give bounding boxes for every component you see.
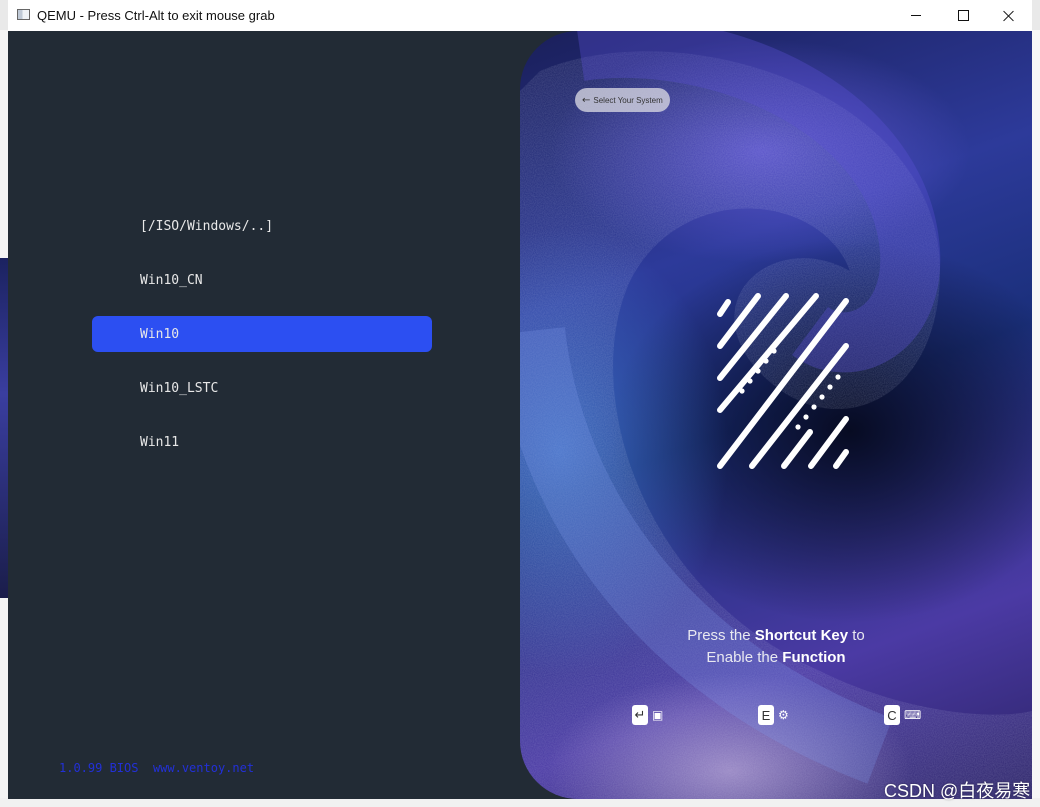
maximize-button[interactable]: [940, 0, 986, 31]
theme-artwork-panel: ← Select Your System Press the Shortcut …: [520, 31, 1032, 799]
c-key-icon: C: [884, 705, 900, 725]
desktop-background-right: [1032, 30, 1040, 807]
desktop-image-fragment: [0, 258, 8, 598]
console-shortcut[interactable]: C ⌨: [884, 705, 921, 725]
qemu-app-icon: [17, 9, 30, 20]
back-button-label: Select Your System: [593, 95, 663, 105]
ventoy-footer: 1.0.99 BIOS www.ventoy.net: [59, 761, 254, 775]
e-key-icon: E: [758, 705, 774, 725]
ventoy-website: www.ventoy.net: [152, 761, 255, 775]
shortcut-prompt-line1: Press the Shortcut Key to: [687, 627, 865, 644]
select-system-back-button[interactable]: ← Select Your System: [575, 88, 670, 112]
boot-icon: ▣: [652, 708, 664, 722]
terminal-icon: ⌨: [904, 708, 922, 722]
menu-item-win10-cn[interactable]: Win10_CN: [140, 273, 203, 288]
qemu-window: QEMU - Press Ctrl-Alt to exit mouse grab…: [8, 0, 1032, 799]
vm-screen[interactable]: [/ISO/Windows/..] Win10_CN Win10 Win10_L…: [8, 31, 1032, 799]
maximize-icon: [957, 10, 969, 21]
minimize-icon: [911, 15, 921, 16]
boot-shortcut[interactable]: ↵ ▣: [632, 705, 663, 725]
menu-item-win10[interactable]: Win10: [140, 327, 179, 342]
enter-key-icon: ↵: [632, 705, 648, 725]
menu-item-win10-lstc[interactable]: Win10_LSTC: [140, 381, 218, 396]
edit-shortcut[interactable]: E ⚙: [758, 705, 789, 725]
ventoy-version: 1.0.99 BIOS: [59, 761, 139, 775]
back-arrow-icon: ←: [582, 94, 591, 106]
menu-item-parent-dir[interactable]: [/ISO/Windows/..]: [140, 219, 273, 234]
minimize-button[interactable]: [893, 0, 939, 31]
ventoy-logo-icon: [717, 293, 849, 469]
menu-item-win11[interactable]: Win11: [140, 435, 179, 450]
csdn-watermark: CSDN @白夜易寒: [884, 781, 1031, 801]
close-button[interactable]: [986, 0, 1032, 31]
window-title: QEMU - Press Ctrl-Alt to exit mouse grab: [37, 8, 275, 23]
shortcut-prompt-line2: Enable the Function: [706, 649, 846, 666]
gear-icon: ⚙: [778, 708, 789, 722]
title-bar[interactable]: QEMU - Press Ctrl-Alt to exit mouse grab: [8, 0, 1032, 32]
close-icon: [1003, 10, 1015, 22]
